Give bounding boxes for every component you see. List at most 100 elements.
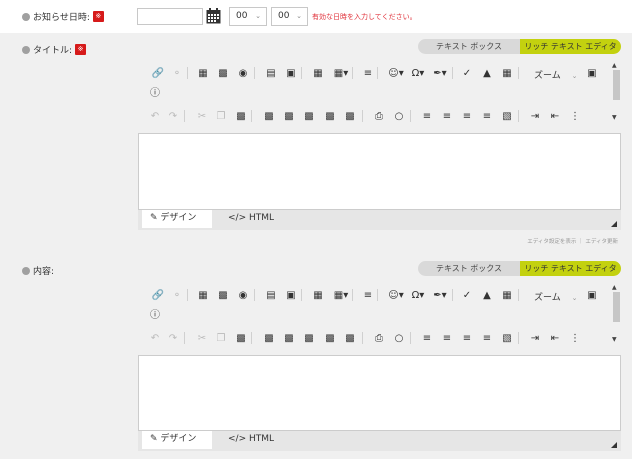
unlink-icon[interactable]: ⚬ — [170, 288, 184, 302]
emoji-icon[interactable]: ☺▾ — [386, 288, 406, 302]
mode-textbox-button[interactable]: テキスト ボックス — [418, 261, 520, 276]
emoji-icon[interactable]: ☺▾ — [386, 66, 406, 80]
grid-icon[interactable]: ▦ — [500, 66, 514, 80]
paste-word2-icon[interactable]: ▩ — [282, 331, 296, 345]
link-icon[interactable]: 🔗 — [148, 288, 168, 302]
copy-icon[interactable]: ❐ — [214, 331, 228, 345]
help-icon[interactable]: ⓘ — [148, 84, 162, 99]
copy-icon[interactable]: ❐ — [214, 109, 228, 123]
zoom-dropdown[interactable]: ズーム ⌄ — [534, 68, 577, 81]
table-dropdown-icon[interactable]: ▦▾ — [331, 66, 351, 80]
paste-icon[interactable]: ▩ — [234, 331, 248, 345]
ordered-list-icon[interactable]: ⋮ — [568, 109, 582, 123]
find-icon[interactable]: ○ — [392, 109, 406, 123]
mode-textbox-button[interactable]: テキスト ボックス — [418, 39, 520, 54]
find-icon[interactable]: ○ — [392, 331, 406, 345]
ordered-list-icon[interactable]: ⋮ — [568, 331, 582, 345]
align-left-icon[interactable]: ≡ — [420, 331, 434, 345]
tab-html[interactable]: </> HTML — [220, 210, 274, 228]
cut-icon[interactable]: ✂ — [195, 331, 209, 345]
fullscreen-icon[interactable]: ▣ — [585, 288, 599, 302]
editor-content-area[interactable] — [138, 355, 621, 431]
paste-text-icon[interactable]: ▩ — [302, 109, 316, 123]
mode-richtext-button[interactable]: リッチ テキスト エディタ — [520, 39, 621, 54]
paste-text-icon[interactable]: ▩ — [302, 331, 316, 345]
resize-grip-icon[interactable] — [611, 221, 617, 227]
align-right-icon[interactable]: ≡ — [460, 331, 474, 345]
image-icon[interactable]: ▦ — [196, 288, 210, 302]
indent-icon[interactable]: ⇥ — [528, 331, 542, 345]
media-icon[interactable]: ◉ — [236, 288, 250, 302]
align-left-icon[interactable]: ≡ — [420, 109, 434, 123]
scroll-up-icon[interactable]: ▲ — [612, 284, 617, 291]
redo-icon[interactable]: ↷ — [166, 109, 180, 123]
scroll-down-icon[interactable]: ▼ — [612, 336, 617, 343]
style-icon[interactable]: ✒▾ — [430, 66, 450, 80]
justify-icon[interactable]: ≡ — [480, 331, 494, 345]
scroll-up-icon[interactable]: ▲ — [612, 62, 617, 69]
paste-icon[interactable]: ▩ — [234, 109, 248, 123]
style-icon[interactable]: ✒▾ — [430, 288, 450, 302]
w3c-icon[interactable]: ✓ — [460, 288, 474, 302]
image-manager-icon[interactable]: ▩ — [216, 66, 230, 80]
table-icon[interactable]: ▦ — [311, 288, 325, 302]
indent-icon[interactable]: ⇥ — [528, 109, 542, 123]
align-center-icon[interactable]: ≡ — [440, 109, 454, 123]
paste-word-icon[interactable]: ▩ — [262, 331, 276, 345]
symbol-icon[interactable]: Ω▾ — [408, 288, 428, 302]
spellcheck-icon[interactable]: ▲ — [480, 288, 494, 302]
fullscreen-icon[interactable]: ▣ — [585, 66, 599, 80]
toolbar-scrollbar[interactable]: ▲ ▼ — [611, 284, 621, 344]
paste-word2-icon[interactable]: ▩ — [282, 109, 296, 123]
image-manager-icon[interactable]: ▩ — [216, 288, 230, 302]
print-icon[interactable]: ⎙ — [372, 109, 386, 123]
redo-icon[interactable]: ↷ — [166, 331, 180, 345]
outdent-icon[interactable]: ⇤ — [548, 331, 562, 345]
unlink-icon[interactable]: ⚬ — [170, 66, 184, 80]
calendar-icon[interactable] — [206, 8, 221, 24]
resize-grip-icon[interactable] — [611, 442, 617, 448]
template-icon[interactable]: ▣ — [284, 66, 298, 80]
print-icon[interactable]: ⎙ — [372, 331, 386, 345]
paste-html-icon[interactable]: ▩ — [323, 109, 337, 123]
minute-select[interactable]: 00 ⌄ — [271, 7, 308, 26]
document-icon[interactable]: ▤ — [264, 288, 278, 302]
w3c-icon[interactable]: ✓ — [460, 66, 474, 80]
hour-select[interactable]: 00 ⌄ — [229, 7, 267, 26]
clear-format-icon[interactable]: ▧ — [500, 331, 514, 345]
justify-icon[interactable]: ≡ — [480, 109, 494, 123]
clear-format-icon[interactable]: ▧ — [500, 109, 514, 123]
scroll-thumb[interactable] — [613, 292, 620, 322]
undo-icon[interactable]: ↶ — [148, 331, 162, 345]
paste-code-icon[interactable]: ▩ — [343, 109, 357, 123]
tab-html[interactable]: </> HTML — [220, 431, 274, 449]
outdent-icon[interactable]: ⇤ — [548, 109, 562, 123]
help-icon[interactable]: ⓘ — [148, 306, 162, 321]
align-center-icon[interactable]: ≡ — [440, 331, 454, 345]
table-icon[interactable]: ▦ — [311, 66, 325, 80]
paragraph-icon[interactable]: ≡ — [361, 288, 375, 302]
link-icon[interactable]: 🔗 — [148, 66, 168, 80]
symbol-icon[interactable]: Ω▾ — [408, 66, 428, 80]
align-right-icon[interactable]: ≡ — [460, 109, 474, 123]
document-icon[interactable]: ▤ — [264, 66, 278, 80]
template-icon[interactable]: ▣ — [284, 288, 298, 302]
table-dropdown-icon[interactable]: ▦▾ — [331, 288, 351, 302]
cut-icon[interactable]: ✂ — [195, 109, 209, 123]
date-input[interactable] — [137, 8, 203, 25]
paste-word-icon[interactable]: ▩ — [262, 109, 276, 123]
paste-html-icon[interactable]: ▩ — [323, 331, 337, 345]
undo-icon[interactable]: ↶ — [148, 109, 162, 123]
zoom-dropdown[interactable]: ズーム ⌄ — [534, 290, 577, 303]
image-icon[interactable]: ▦ — [196, 66, 210, 80]
media-icon[interactable]: ◉ — [236, 66, 250, 80]
grid-icon[interactable]: ▦ — [500, 288, 514, 302]
scroll-down-icon[interactable]: ▼ — [612, 114, 617, 121]
toolbar-scrollbar[interactable]: ▲ ▼ — [611, 62, 621, 122]
tab-design[interactable]: ✎ デザイン — [142, 210, 212, 228]
paragraph-icon[interactable]: ≡ — [361, 66, 375, 80]
tab-design[interactable]: ✎ デザイン — [142, 431, 212, 449]
mode-richtext-button[interactable]: リッチ テキスト エディタ — [520, 261, 621, 276]
editor-content-area[interactable] — [138, 133, 621, 210]
scroll-thumb[interactable] — [613, 70, 620, 100]
